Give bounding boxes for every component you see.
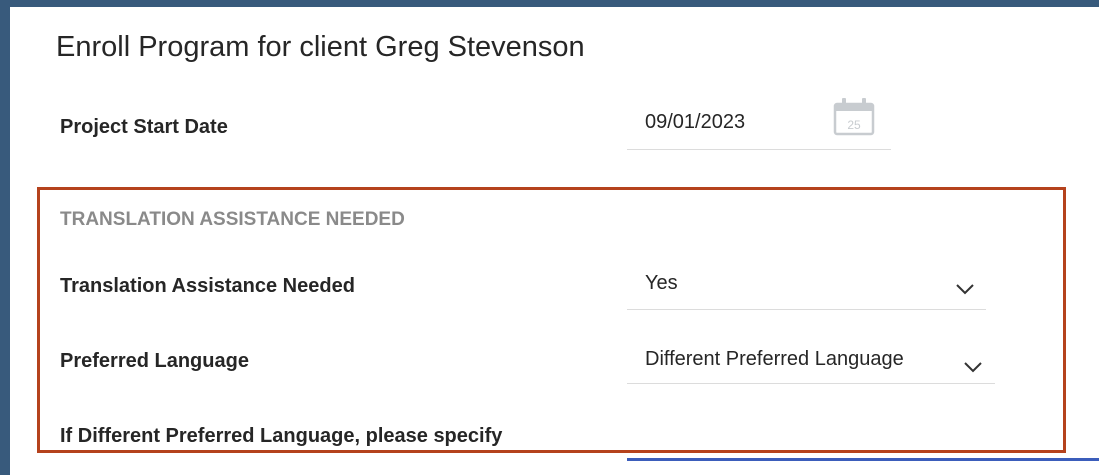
project-start-date-label: Project Start Date: [60, 116, 228, 138]
project-start-date-value: 09/01/2023: [645, 111, 746, 133]
page-title: Enroll Program for client Greg Stevenson: [56, 31, 585, 63]
enroll-dialog: Enroll Program for client Greg Stevenson…: [10, 7, 1099, 475]
specify-language-input[interactable]: [627, 458, 1099, 461]
highlight-box: [37, 187, 1066, 453]
calendar-day-number: 25: [847, 118, 861, 132]
calendar-icon[interactable]: 25: [832, 96, 876, 136]
